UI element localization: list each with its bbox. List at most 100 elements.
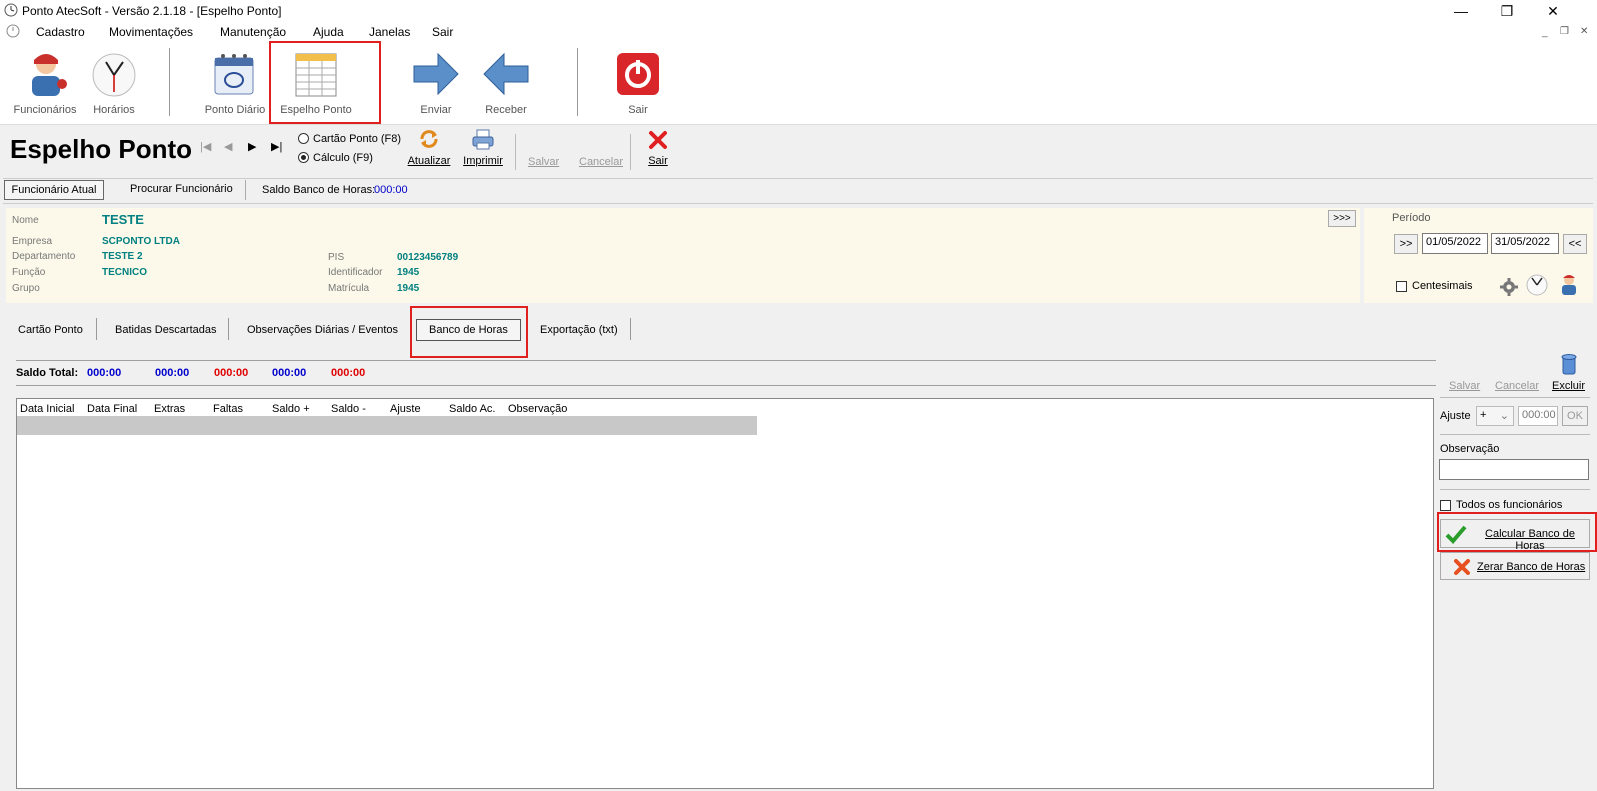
menu-cadastro[interactable]: Cadastro — [36, 25, 85, 39]
col-observacao[interactable]: Observação — [508, 403, 567, 415]
ajuste-sign-select[interactable]: + ⌄ — [1476, 406, 1514, 426]
expand-button[interactable]: >>> — [1328, 210, 1356, 227]
periodo-prev-button[interactable]: << — [1563, 234, 1587, 254]
minimize-button[interactable]: — — [1438, 0, 1484, 22]
col-saldo-ac[interactable]: Saldo Ac. — [449, 403, 495, 415]
close-x-icon — [649, 131, 667, 149]
imprimir-button[interactable]: Imprimir — [458, 128, 508, 170]
col-faltas[interactable]: Faltas — [213, 403, 243, 415]
excluir-button[interactable]: Excluir — [1552, 380, 1585, 392]
close-button[interactable]: ✕ — [1530, 0, 1576, 22]
mdi-close-icon[interactable]: ✕ — [1580, 26, 1588, 37]
mdi-minimize-icon[interactable]: _ — [1542, 27, 1548, 38]
calendar-icon — [214, 54, 254, 95]
side-cancelar-button[interactable]: Cancelar — [1495, 380, 1539, 392]
highlight-espelho-ponto — [269, 41, 381, 124]
atualizar-button[interactable]: Atualizar — [404, 128, 454, 170]
departamento-value: TESTE 2 — [102, 251, 143, 262]
saldo-total-label: Saldo Total: — [16, 367, 79, 379]
todos-funcionarios-checkbox[interactable] — [1440, 500, 1451, 511]
atualizar-label: Atualizar — [407, 155, 451, 167]
sair-button[interactable]: Sair — [643, 130, 673, 170]
sair-toolbar-button[interactable]: Sair — [604, 42, 672, 122]
separator — [228, 318, 229, 340]
nome-label: Nome — [12, 215, 39, 226]
zerar-banco-horas-button[interactable]: Zerar Banco de Horas — [1440, 552, 1590, 580]
periodo-next-button[interactable]: >> — [1394, 234, 1418, 254]
clock-icon[interactable] — [1526, 274, 1548, 296]
ponto-diario-label: Ponto Diário — [204, 104, 266, 116]
user-icon — [32, 54, 67, 96]
page-title: Espelho Ponto — [10, 134, 192, 164]
horarios-button[interactable]: Horários — [84, 42, 144, 122]
menu-manutencao[interactable]: Manutenção — [220, 25, 286, 39]
banco-horas-table[interactable] — [16, 398, 1434, 789]
receber-button[interactable]: Receber — [476, 42, 536, 122]
last-record-icon[interactable]: ▶| — [271, 140, 282, 153]
menu-ajuda[interactable]: Ajuda — [313, 25, 344, 39]
tab-observacoes[interactable]: Observações Diárias / Eventos — [247, 324, 398, 336]
radio-calculo[interactable] — [298, 152, 309, 163]
col-data-inicial[interactable]: Data Inicial — [20, 403, 74, 415]
funcionarios-button[interactable]: Funcionários — [10, 42, 80, 122]
menu-movimentacoes[interactable]: Movimentações — [109, 25, 193, 39]
col-extras[interactable]: Extras — [154, 403, 185, 415]
matricula-label: Matrícula — [328, 283, 370, 294]
menu-bar: Cadastro Movimentações Manutenção Ajuda … — [0, 22, 1597, 43]
grupo-label: Grupo — [12, 283, 40, 294]
first-record-icon[interactable]: |◀ — [200, 140, 211, 153]
sair-label: Sair — [648, 155, 668, 167]
nome-value: TESTE — [102, 212, 144, 227]
col-saldo-mais[interactable]: Saldo + — [272, 403, 310, 415]
saldo-value: 000:00 — [272, 367, 307, 379]
table-row-empty[interactable] — [17, 416, 757, 435]
empresa-label: Empresa — [12, 236, 53, 247]
user-icon[interactable] — [1557, 272, 1581, 296]
side-salvar-button[interactable]: Salvar — [1449, 380, 1480, 392]
ponto-diario-button[interactable]: Ponto Diário — [200, 42, 270, 122]
tab-cartao-ponto[interactable]: Cartão Ponto — [18, 324, 83, 336]
restore-button[interactable]: ❐ — [1484, 0, 1530, 22]
matricula-value: 1945 — [397, 283, 420, 294]
col-saldo-menos[interactable]: Saldo - — [331, 403, 366, 415]
main-toolbar: Funcionários Horários Ponto Diário Espel… — [0, 42, 1597, 125]
tab-exportacao[interactable]: Exportação (txt) — [540, 324, 618, 336]
employee-info-panel: Nome TESTE >>> Empresa SCPONTO LTDA Depa… — [6, 208, 1360, 303]
settings-icon[interactable] — [1498, 276, 1520, 296]
printer-icon — [472, 129, 494, 150]
next-record-icon[interactable]: ▶ — [248, 140, 256, 153]
tab-procurar-funcionario[interactable]: Procurar Funcionário — [130, 183, 233, 195]
col-ajuste[interactable]: Ajuste — [390, 403, 421, 415]
salvar-button[interactable]: Salvar — [528, 156, 559, 168]
divider — [16, 385, 1436, 386]
col-data-final[interactable]: Data Final — [87, 403, 137, 415]
tab-funcionario-atual[interactable]: Funcionário Atual — [4, 180, 104, 200]
periodo-end-input[interactable]: 31/05/2022 — [1491, 233, 1559, 254]
centesimais-checkbox[interactable] — [1396, 281, 1407, 292]
ajuste-ok-button[interactable]: OK — [1562, 406, 1588, 426]
clock-icon — [92, 53, 136, 97]
observacao-label: Observação — [1440, 443, 1500, 455]
ajuste-value-input[interactable]: 000:00 — [1518, 406, 1558, 426]
saldo-banco-value: 000:00 — [374, 184, 408, 196]
tab-batidas-descartadas[interactable]: Batidas Descartadas — [115, 324, 217, 336]
highlight-banco-de-horas — [410, 306, 528, 358]
refresh-icon — [420, 130, 438, 148]
enviar-button[interactable]: Enviar — [406, 42, 466, 122]
app-clock-icon — [6, 24, 20, 38]
menu-janelas[interactable]: Janelas — [369, 25, 410, 39]
imprimir-label: Imprimir — [463, 155, 503, 167]
mdi-restore-icon[interactable]: ❐ — [1560, 26, 1569, 37]
periodo-start-input[interactable]: 01/05/2022 — [1422, 233, 1488, 254]
menu-sair[interactable]: Sair — [432, 25, 453, 39]
divider — [1440, 434, 1590, 435]
prev-record-icon[interactable]: ◀ — [224, 140, 232, 153]
radio-cartao-ponto[interactable] — [298, 133, 309, 144]
cancelar-button[interactable]: Cancelar — [579, 156, 623, 168]
sair-label: Sair — [628, 104, 648, 116]
separator — [96, 318, 97, 340]
saldo-value: 000:00 — [155, 367, 190, 379]
observacao-input[interactable] — [1439, 459, 1589, 480]
close-x-icon — [1454, 559, 1470, 575]
radio-cartao-label: Cartão Ponto (F8) — [313, 133, 402, 145]
